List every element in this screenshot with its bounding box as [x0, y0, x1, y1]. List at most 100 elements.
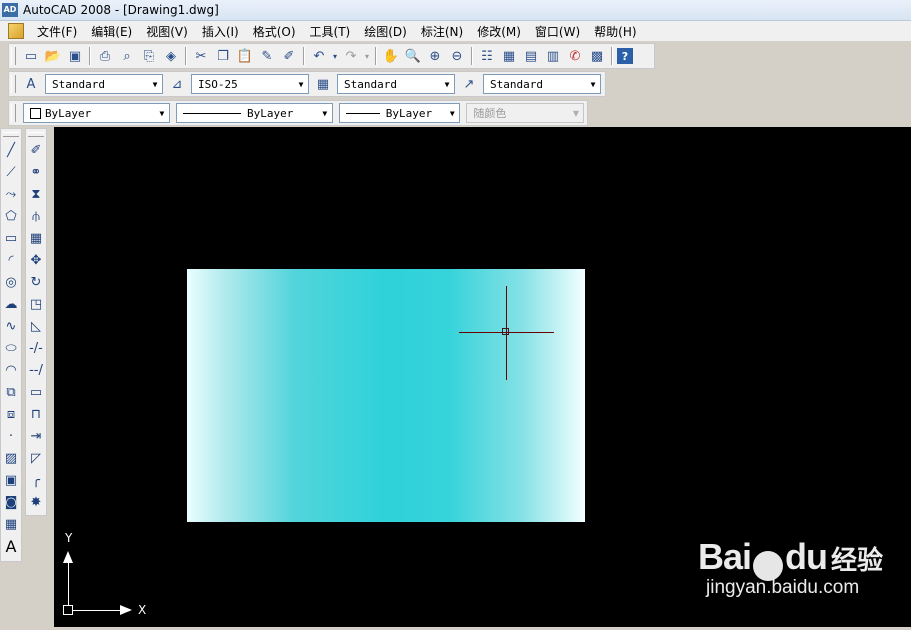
toolbar-grip[interactable] — [3, 132, 19, 137]
document-icon[interactable] — [8, 23, 24, 39]
3d-dwf-icon[interactable]: ◈ — [161, 46, 181, 66]
copy-icon[interactable]: ❐ — [213, 46, 233, 66]
ellipse-icon[interactable]: ⬭ — [1, 337, 21, 359]
text-style-dropdown[interactable]: Standard ▼ — [45, 74, 163, 94]
revision-cloud-icon[interactable]: ☁ — [1, 293, 21, 315]
new-icon[interactable]: ▭ — [21, 46, 41, 66]
explode-icon[interactable]: ✸ — [26, 491, 46, 513]
color-dropdown[interactable]: ByLayer ▼ — [22, 103, 170, 123]
properties-icon[interactable]: ☷ — [477, 46, 497, 66]
toolbar-grip[interactable] — [28, 132, 44, 137]
paste-icon[interactable]: 📋 — [235, 46, 255, 66]
help-icon[interactable]: ? — [617, 48, 633, 64]
insert-block-icon[interactable]: ⧉ — [1, 381, 21, 403]
markup-icon[interactable]: ✆ — [565, 46, 585, 66]
construction-line-icon[interactable]: ⟋ — [1, 161, 21, 183]
array-icon[interactable]: ▦ — [26, 227, 46, 249]
ellipse-arc-icon[interactable]: ◠ — [1, 359, 21, 381]
menu-tools[interactable]: 工具(T) — [303, 23, 358, 40]
dim-style-icon[interactable]: ⊿ — [167, 74, 187, 94]
zoom-window-icon[interactable]: ⊕ — [425, 46, 445, 66]
drawing-canvas[interactable]: Y X Bai du 经验 jingyan.baidu.com — [54, 127, 911, 627]
redo-dropdown-icon[interactable]: ▾ — [363, 46, 371, 66]
trim-icon[interactable]: -/- — [26, 337, 46, 359]
zoom-previous-icon[interactable]: ⊖ — [447, 46, 467, 66]
gradient-icon[interactable]: ▣ — [1, 469, 21, 491]
multiline-text-icon[interactable]: A — [1, 535, 21, 557]
chevron-down-icon: ▼ — [322, 108, 328, 118]
mirror-icon[interactable]: ⧗ — [26, 183, 46, 205]
tool-palettes-icon[interactable]: ▤ — [521, 46, 541, 66]
menu-edit[interactable]: 编辑(E) — [84, 23, 139, 40]
offset-icon[interactable]: ⫛ — [26, 205, 46, 227]
menu-modify[interactable]: 修改(M) — [470, 23, 528, 40]
watermark-brand-suffix: du — [785, 536, 828, 577]
hatch-icon[interactable]: ▨ — [1, 447, 21, 469]
lineweight-dropdown[interactable]: ByLayer ▼ — [338, 103, 461, 123]
publish-icon[interactable]: ⎘ — [139, 46, 159, 66]
region-icon[interactable]: ◙ — [1, 491, 21, 513]
rotate-icon[interactable]: ↻ — [26, 271, 46, 293]
modify-toolbar: ✐ ⚭ ⧗ ⫛ ▦ ✥ ↻ ◳ ◺ -/- --/ ▭ ⊓ ⇥ ◸ ╭ ✸ — [25, 128, 47, 516]
text-style-icon[interactable]: A — [21, 74, 41, 94]
toolbar-grip[interactable] — [11, 104, 16, 122]
sheet-set-icon[interactable]: ▥ — [543, 46, 563, 66]
menu-insert[interactable]: 插入(I) — [195, 23, 246, 40]
raster-image[interactable] — [187, 269, 585, 522]
plot-preview-icon[interactable]: ⌕ — [117, 46, 137, 66]
menu-window[interactable]: 窗口(W) — [528, 23, 587, 40]
spline-icon[interactable]: ∿ — [1, 315, 21, 337]
match-properties-icon[interactable]: ✎ — [257, 46, 277, 66]
menu-help[interactable]: 帮助(H) — [587, 23, 643, 40]
copy-object-icon[interactable]: ⚭ — [26, 161, 46, 183]
autocad-logo-icon: AD — [2, 3, 18, 17]
undo-dropdown-icon[interactable]: ▾ — [331, 46, 339, 66]
redo-icon[interactable]: ↷ — [341, 46, 361, 66]
toolbar-grip[interactable] — [11, 75, 16, 93]
zoom-realtime-icon[interactable]: 🔍 — [403, 46, 423, 66]
color-swatch — [29, 108, 41, 119]
stretch-icon[interactable]: ◺ — [26, 315, 46, 337]
fillet-icon[interactable]: ╭ — [26, 469, 46, 491]
pan-icon[interactable]: ✋ — [381, 46, 401, 66]
save-icon[interactable]: ▣ — [65, 46, 85, 66]
ucs-x-label: X — [138, 603, 147, 617]
undo-icon[interactable]: ↶ — [309, 46, 329, 66]
menu-file[interactable]: 文件(F) — [30, 23, 84, 40]
make-block-icon[interactable]: ⧈ — [1, 403, 21, 425]
move-icon[interactable]: ✥ — [26, 249, 46, 271]
polyline-icon[interactable]: ⤳ — [1, 183, 21, 205]
scale-icon[interactable]: ◳ — [26, 293, 46, 315]
break-at-point-icon[interactable]: ▭ — [26, 381, 46, 403]
polygon-icon[interactable]: ⬠ — [1, 205, 21, 227]
dim-style-dropdown[interactable]: ISO-25 ▼ — [191, 74, 309, 94]
cut-icon[interactable]: ✂ — [191, 46, 211, 66]
multileader-style-dropdown[interactable]: Standard ▼ — [483, 74, 601, 94]
table-style-dropdown[interactable]: Standard ▼ — [337, 74, 455, 94]
styles-toolbar: A Standard ▼ ⊿ ISO-25 ▼ ▦ Standard ▼ ↗ Stan… — [8, 71, 606, 97]
break-icon[interactable]: ⊓ — [26, 403, 46, 425]
open-icon[interactable]: 📂 — [43, 46, 63, 66]
table-icon[interactable]: ▦ — [1, 513, 21, 535]
menu-draw[interactable]: 绘图(D) — [357, 23, 414, 40]
plot-icon[interactable]: ⎙ — [95, 46, 115, 66]
multileader-style-icon[interactable]: ↗ — [459, 74, 479, 94]
linetype-dropdown[interactable]: ByLayer ▼ — [175, 103, 333, 123]
point-icon[interactable]: · — [1, 425, 21, 447]
calculator-icon[interactable]: ▩ — [587, 46, 607, 66]
extend-icon[interactable]: --/ — [26, 359, 46, 381]
menu-dimension[interactable]: 标注(N) — [414, 23, 470, 40]
design-center-icon[interactable]: ▦ — [499, 46, 519, 66]
chamfer-icon[interactable]: ◸ — [26, 447, 46, 469]
erase-icon[interactable]: ✐ — [26, 139, 46, 161]
menu-format[interactable]: 格式(O) — [246, 23, 303, 40]
rectangle-icon[interactable]: ▭ — [1, 227, 21, 249]
toolbar-grip[interactable] — [11, 47, 16, 65]
menu-view[interactable]: 视图(V) — [139, 23, 195, 40]
line-icon[interactable]: ╱ — [1, 139, 21, 161]
arc-icon[interactable]: ◜ — [1, 249, 21, 271]
circle-icon[interactable]: ◎ — [1, 271, 21, 293]
table-style-icon[interactable]: ▦ — [313, 74, 333, 94]
block-editor-icon[interactable]: ✐ — [279, 46, 299, 66]
join-icon[interactable]: ⇥ — [26, 425, 46, 447]
